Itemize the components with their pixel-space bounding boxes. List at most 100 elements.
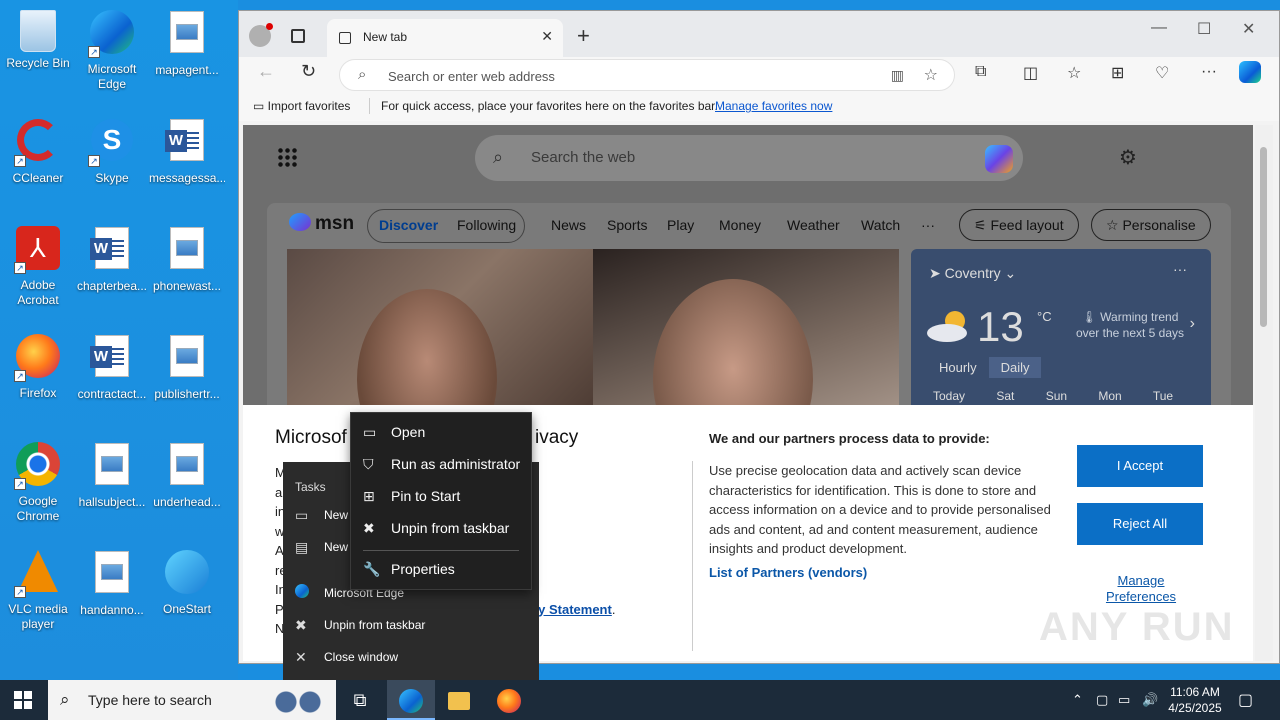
- feed-layout-button[interactable]: ⚟ Feed layout: [959, 209, 1079, 241]
- desktop-icon-file[interactable]: publishertr...: [149, 332, 225, 402]
- split-screen-icon[interactable]: ◫: [1023, 63, 1038, 83]
- extensions-icon[interactable]: ⧉: [975, 63, 986, 81]
- close-window-icon[interactable]: ✕: [1242, 19, 1255, 39]
- desktop-icon-skype[interactable]: S ↗ Skype: [74, 116, 150, 186]
- skype-icon: S ↗: [88, 119, 136, 167]
- menu-item-pin-to-start[interactable]: ⊞ Pin to Start: [351, 481, 531, 511]
- more-options-icon[interactable]: ···: [1173, 261, 1187, 277]
- desktop-icon-file[interactable]: mapagent...: [149, 8, 225, 78]
- list-of-partners-link[interactable]: List of Partners (vendors): [709, 565, 867, 580]
- accept-button[interactable]: I Accept: [1077, 445, 1203, 487]
- jumplist-close-window[interactable]: ✕ Close window: [295, 643, 535, 671]
- tab-following[interactable]: Following: [457, 217, 516, 233]
- meet-now-icon[interactable]: ▢: [1096, 692, 1108, 708]
- desktop-icon-firefox[interactable]: ↗ Firefox: [0, 332, 76, 401]
- jumplist-unpin[interactable]: ✖ Unpin from taskbar: [295, 611, 535, 639]
- thermometer-icon: 🌡: [1081, 310, 1101, 324]
- browser-essentials-icon[interactable]: ♡: [1155, 63, 1169, 83]
- taskbar-search[interactable]: ⌕ Type here to search: [48, 680, 336, 720]
- desktop-icon-word-doc[interactable]: W messagessa...: [149, 116, 225, 186]
- tab-news[interactable]: News: [551, 217, 586, 233]
- tab-weather[interactable]: Weather: [787, 217, 840, 233]
- gear-icon[interactable]: ⚙: [1119, 145, 1137, 170]
- copilot-icon[interactable]: [1239, 61, 1261, 83]
- desktop-icon-file[interactable]: hallsubject...: [74, 440, 150, 510]
- task-view-icon[interactable]: ⧉: [336, 680, 384, 720]
- weather-city[interactable]: ➤ Coventry ⌄: [929, 265, 1016, 282]
- edge-icon: ↗: [88, 10, 136, 58]
- image-file-icon: [163, 335, 211, 383]
- toolbar: ← ↻ ⌕ Search or enter web address ▥ ☆ ⧉ …: [239, 57, 1279, 93]
- menu-item-properties[interactable]: 🔧 Properties: [351, 554, 531, 584]
- refresh-icon[interactable]: ↻: [301, 61, 316, 82]
- desktop-icon-recycle-bin[interactable]: Recycle Bin: [0, 8, 76, 71]
- jumplist-header: Tasks: [295, 480, 326, 494]
- menu-item-run-as-admin[interactable]: ⛉ Run as administrator: [351, 449, 531, 479]
- weather-trend: 🌡 Warming trend over the next 5 days: [1075, 310, 1185, 340]
- tab-sports[interactable]: Sports: [607, 217, 647, 233]
- page-scrollbar[interactable]: [1255, 125, 1273, 661]
- scrollbar-thumb[interactable]: [1260, 147, 1267, 327]
- manage-preferences-link[interactable]: Manage Preferences: [1093, 573, 1189, 605]
- tab-play[interactable]: Play: [667, 217, 694, 233]
- close-tab-icon[interactable]: ✕: [541, 28, 553, 45]
- desktop-icon-word-doc[interactable]: W chapterbea...: [74, 224, 150, 294]
- desktop-icon-edge[interactable]: ↗ Microsoft Edge: [74, 8, 150, 92]
- sparkle-icon: ☆: [1106, 217, 1123, 233]
- copilot-icon[interactable]: [985, 145, 1013, 173]
- web-search-box[interactable]: ⌕ Search the web: [475, 135, 1023, 181]
- desktop-icon-acrobat[interactable]: ⅄ ↗ Adobe Acrobat: [0, 224, 76, 308]
- desktop-icon-file[interactable]: phonewast...: [149, 224, 225, 294]
- desktop-icon-chrome[interactable]: ↗ Google Chrome: [0, 440, 76, 524]
- network-icon[interactable]: ▭: [1118, 692, 1130, 708]
- taskbar-edge[interactable]: [387, 680, 435, 720]
- import-favorites[interactable]: ▭ Import favorites: [253, 99, 350, 113]
- consent-title-end: ivacy: [535, 427, 579, 448]
- desktop-icon-ccleaner[interactable]: ↗ CCleaner: [0, 116, 76, 186]
- consent-right-heading: We and our partners process data to prov…: [709, 431, 990, 446]
- maximize-icon[interactable]: ☐: [1197, 19, 1211, 39]
- collections-icon[interactable]: ⊞: [1111, 63, 1124, 83]
- desktop-icon-file[interactable]: handanno...: [74, 548, 150, 618]
- desktop-icon-file[interactable]: underhead...: [149, 440, 225, 510]
- new-tab-plus-icon[interactable]: +: [577, 23, 590, 49]
- notifications-icon[interactable]: ▢: [1238, 690, 1253, 710]
- taskbar-file-explorer[interactable]: [435, 680, 483, 720]
- tab-new-tab[interactable]: New tab ✕: [327, 19, 563, 57]
- new-window-icon: ▭: [295, 507, 309, 523]
- desktop-icon-vlc[interactable]: ↗ VLC media player: [0, 548, 76, 632]
- menu-item-open[interactable]: ▭ Open: [351, 417, 531, 447]
- reject-all-button[interactable]: Reject All: [1077, 503, 1203, 545]
- tab-money[interactable]: Money: [719, 217, 761, 233]
- chevron-right-icon[interactable]: ›: [1190, 315, 1195, 333]
- volume-icon[interactable]: 🔊: [1142, 692, 1158, 708]
- taskbar-firefox[interactable]: [485, 680, 533, 720]
- back-icon[interactable]: ←: [257, 61, 275, 82]
- profile-avatar[interactable]: [249, 23, 273, 47]
- favorites-icon[interactable]: ☆: [1067, 63, 1081, 83]
- immersive-reader-icon[interactable]: ▥: [891, 67, 904, 84]
- desktop-icon-word-doc[interactable]: W contractact...: [74, 332, 150, 402]
- more-tabs-icon[interactable]: ···: [921, 217, 935, 233]
- tab-hourly[interactable]: Hourly: [927, 357, 989, 378]
- desktop-icon-onestart[interactable]: OneStart: [149, 548, 225, 617]
- more-icon[interactable]: ···: [1201, 63, 1217, 81]
- chevron-up-icon[interactable]: ⌃: [1072, 692, 1083, 708]
- minimize-icon[interactable]: —: [1151, 19, 1167, 37]
- tab-discover[interactable]: Discover: [379, 217, 438, 233]
- tab-daily[interactable]: Daily: [988, 357, 1042, 378]
- clock[interactable]: 11:06 AM 4/25/2025: [1158, 684, 1232, 716]
- personalise-button[interactable]: ☆ Personalise: [1091, 209, 1211, 241]
- apps-grid-icon[interactable]: [277, 147, 297, 167]
- tab-watch[interactable]: Watch: [861, 217, 900, 233]
- windows-start-icon[interactable]: [14, 691, 32, 709]
- favorite-star-icon[interactable]: ☆: [924, 65, 938, 85]
- manage-favorites-link[interactable]: Manage favorites now: [715, 99, 832, 113]
- msn-logo[interactable]: msn: [289, 213, 354, 235]
- tab-actions-icon[interactable]: [291, 29, 305, 43]
- taskbar: ⌕ Type here to search ⧉ ⌃ ▢ ▭ 🔊 11:06 AM…: [0, 680, 1280, 720]
- pin-start-icon: ⊞: [363, 488, 375, 504]
- menu-item-unpin-taskbar[interactable]: ✖ Unpin from taskbar: [351, 513, 531, 543]
- divider: [369, 98, 370, 114]
- address-bar[interactable]: ⌕ Search or enter web address ▥ ☆: [339, 59, 955, 91]
